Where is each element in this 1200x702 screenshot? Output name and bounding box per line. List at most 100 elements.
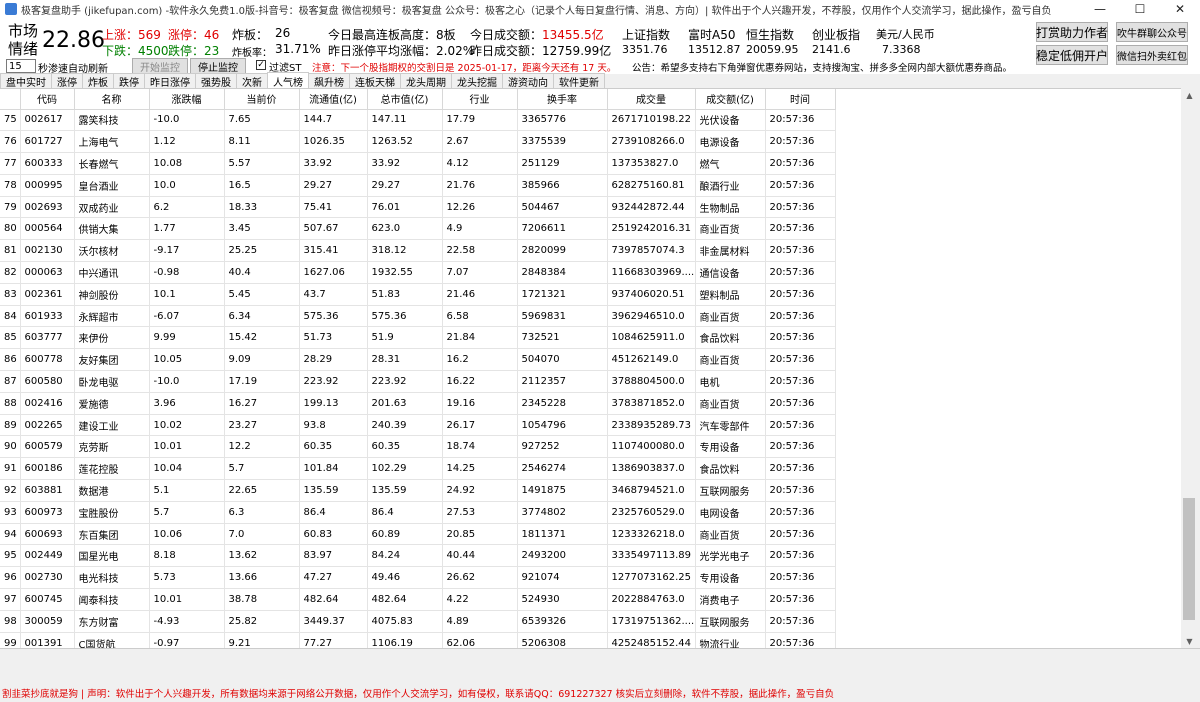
blowup-rate-label: 炸板率： bbox=[232, 48, 272, 59]
column-header[interactable]: 涨跌幅 bbox=[149, 89, 225, 110]
table-cell: 莲花控股 bbox=[74, 457, 150, 481]
table-cell: 2671710198.22 bbox=[607, 109, 696, 132]
column-header[interactable]: 时间 bbox=[765, 89, 836, 110]
table-cell: 000063 bbox=[20, 261, 75, 284]
table-row[interactable]: 76 601727 上海电气 1.12 8.11 1026.35 1263.52 2.67 33… bbox=[0, 130, 836, 154]
table-row[interactable]: 98 300059 东方财富 -4.93 25.82 3449.37 4075.83 4.89… bbox=[0, 610, 836, 633]
table-cell: 575.36 bbox=[367, 305, 443, 328]
refresh-interval-input[interactable] bbox=[6, 59, 36, 73]
column-header[interactable]: 代码 bbox=[20, 89, 75, 110]
tab-2[interactable]: 炸板 bbox=[82, 73, 114, 89]
column-header[interactable]: 总市值(亿) bbox=[367, 89, 443, 110]
tab-7[interactable]: 人气榜 bbox=[267, 72, 309, 89]
table-cell: 10.08 bbox=[149, 152, 225, 175]
table-cell: 002617 bbox=[20, 109, 75, 132]
wechat-red-button[interactable]: 微信扫外卖红包 bbox=[1116, 45, 1188, 65]
table-row[interactable]: 80 000564 供销大集 1.77 3.45 507.67 623.0 4.9 720661… bbox=[0, 217, 836, 241]
tab-0[interactable]: 盘中实时 bbox=[0, 73, 52, 89]
table-row[interactable]: 83 002361 神剑股份 10.1 5.45 43.7 51.83 21.46 172132… bbox=[0, 283, 836, 306]
close-button[interactable]: ✕ bbox=[1160, 0, 1200, 18]
table-cell: 240.39 bbox=[367, 414, 443, 437]
column-header[interactable]: 名称 bbox=[74, 89, 150, 110]
column-header[interactable]: 当前价 bbox=[224, 89, 300, 110]
table-row[interactable]: 79 002693 双成药业 6.2 18.33 75.41 76.01 12.26 50446… bbox=[0, 196, 836, 219]
scroll-down-icon[interactable]: ▼ bbox=[1181, 634, 1198, 648]
table-row[interactable]: 85 603777 来伊份 9.99 15.42 51.73 51.9 21.84 732521… bbox=[0, 326, 836, 350]
table-row[interactable]: 77 600333 长春燃气 10.08 5.57 33.92 33.92 4.12 25112… bbox=[0, 152, 836, 175]
table-row[interactable]: 90 600579 克劳斯 10.01 12.2 60.35 60.35 18.74 92725… bbox=[0, 435, 836, 459]
table-row[interactable]: 82 000063 中兴通讯 -0.98 40.4 1627.06 1932.55 7.07 2… bbox=[0, 261, 836, 284]
table-row[interactable]: 94 600693 东百集团 10.06 7.0 60.83 60.89 20.85 18113… bbox=[0, 523, 836, 546]
table-row[interactable]: 86 600778 友好集团 10.05 9.09 28.29 28.31 16.2 50407… bbox=[0, 348, 836, 372]
tip-author-button[interactable]: 打赏助力作者 bbox=[1036, 22, 1108, 42]
join-group-button[interactable]: 吹牛群聊公众号 bbox=[1116, 22, 1188, 42]
tab-9[interactable]: 连板天梯 bbox=[349, 73, 401, 89]
table-cell: 东百集团 bbox=[74, 523, 150, 546]
open-account-button[interactable]: 稳定低佣开户 bbox=[1036, 45, 1108, 65]
table-row[interactable]: 88 002416 爱施德 3.96 16.27 199.13 201.63 19.16 234… bbox=[0, 392, 836, 415]
blowup-rate-value: 31.71% bbox=[275, 42, 321, 56]
avg-gain-value: 2.02% bbox=[436, 44, 475, 58]
tab-3[interactable]: 跌停 bbox=[113, 73, 145, 89]
tab-8[interactable]: 飙升榜 bbox=[308, 73, 350, 89]
tab-6[interactable]: 次新 bbox=[236, 73, 268, 89]
table-cell: 16.27 bbox=[224, 392, 300, 415]
table-cell: 921074 bbox=[517, 566, 608, 590]
bottom-area bbox=[0, 648, 1200, 688]
table-row[interactable]: 87 600580 卧龙电驱 -10.0 17.19 223.92 223.92 16.22 2… bbox=[0, 370, 836, 393]
column-header[interactable]: 换手率 bbox=[517, 89, 608, 110]
table-row[interactable]: 95 002449 国星光电 8.18 13.62 83.97 84.24 40.44 2493… bbox=[0, 544, 836, 568]
scroll-thumb[interactable] bbox=[1183, 498, 1195, 620]
tab-12[interactable]: 游资动向 bbox=[502, 73, 554, 89]
tab-5[interactable]: 强势股 bbox=[195, 73, 237, 89]
vertical-scrollbar[interactable]: ▲ ▼ bbox=[1181, 88, 1198, 648]
table-cell: 33.92 bbox=[299, 152, 368, 175]
table-cell: 28.31 bbox=[367, 348, 443, 372]
stop-monitor-button[interactable]: 停止监控 bbox=[190, 58, 246, 74]
table-cell: -10.0 bbox=[149, 109, 225, 132]
table-cell: 10.06 bbox=[149, 523, 225, 546]
column-header[interactable]: 行业 bbox=[442, 89, 518, 110]
table-row[interactable]: 97 600745 闻泰科技 10.01 38.78 482.64 482.64 4.22 52… bbox=[0, 588, 836, 611]
table-row[interactable]: 92 603881 数据港 5.1 22.65 135.59 135.59 24.92 1491… bbox=[0, 479, 836, 502]
tab-4[interactable]: 昨日涨停 bbox=[144, 73, 196, 89]
row-number: 90 bbox=[0, 435, 21, 459]
table-cell: 17319751362.... bbox=[607, 610, 696, 633]
filter-st-checkbox[interactable]: ✓ bbox=[256, 60, 266, 70]
table-cell: 10.0 bbox=[149, 174, 225, 197]
title-bar: 极客复盘助手 (jikefupan.com) -软件永久免费1.0版-抖音号：极… bbox=[0, 0, 1200, 18]
table-row[interactable]: 91 600186 莲花控股 10.04 5.7 101.84 102.29 14.25 254… bbox=[0, 457, 836, 481]
column-header[interactable]: 成交量 bbox=[607, 89, 696, 110]
minimize-button[interactable]: — bbox=[1080, 0, 1120, 18]
table-row[interactable]: 84 601933 永辉超市 -6.07 6.34 575.36 575.36 6.58 596… bbox=[0, 305, 836, 328]
table-cell: 135.59 bbox=[367, 479, 443, 502]
table-cell: 沃尔核材 bbox=[74, 239, 150, 263]
start-monitor-button[interactable]: 开始监控 bbox=[132, 58, 188, 74]
maximize-button[interactable]: ☐ bbox=[1120, 0, 1160, 18]
table-row[interactable]: 99 001391 C国货航 -0.97 9.21 77.27 1106.19 62.06 52… bbox=[0, 632, 836, 648]
table-cell: 1107400080.0 bbox=[607, 435, 696, 459]
table-row[interactable]: 89 002265 建设工业 10.02 23.27 93.8 240.39 26.17 105… bbox=[0, 414, 836, 437]
column-header[interactable]: 流通值(亿) bbox=[299, 89, 368, 110]
table-row[interactable]: 93 600973 宝胜股份 5.7 6.3 86.4 86.4 27.53 3774802 23… bbox=[0, 501, 836, 524]
row-number: 87 bbox=[0, 370, 21, 393]
scroll-up-icon[interactable]: ▲ bbox=[1181, 88, 1198, 102]
tab-1[interactable]: 涨停 bbox=[51, 73, 83, 89]
down-label: 下跌： bbox=[102, 44, 139, 58]
table-cell: 223.92 bbox=[299, 370, 368, 393]
table-row[interactable]: 75 002617 露笑科技 -10.0 7.65 144.7 147.11 17.79 336… bbox=[0, 109, 836, 132]
tab-13[interactable]: 软件更新 bbox=[553, 73, 605, 89]
column-header[interactable]: 成交额(亿) bbox=[695, 89, 766, 110]
table-cell: 3449.37 bbox=[299, 610, 368, 633]
table-cell: 43.7 bbox=[299, 283, 368, 306]
table-cell: 1277073162.25 bbox=[607, 566, 696, 590]
table-cell: 21.46 bbox=[442, 283, 518, 306]
table-row[interactable]: 78 000995 皇台酒业 10.0 16.5 29.27 29.27 21.76 38596… bbox=[0, 174, 836, 197]
tab-11[interactable]: 龙头挖掘 bbox=[451, 73, 503, 89]
table-row[interactable]: 81 002130 沃尔核材 -9.17 25.25 315.41 318.12 22.58 2… bbox=[0, 239, 836, 263]
avg-gain-label: 昨日涨停平均涨幅： bbox=[328, 44, 437, 58]
table-row[interactable]: 96 002730 电光科技 5.73 13.66 47.27 49.46 26.62 9210… bbox=[0, 566, 836, 590]
tab-10[interactable]: 龙头周期 bbox=[400, 73, 452, 89]
table-cell: 7.0 bbox=[224, 523, 300, 546]
table-cell: 1084625911.0 bbox=[607, 326, 696, 350]
